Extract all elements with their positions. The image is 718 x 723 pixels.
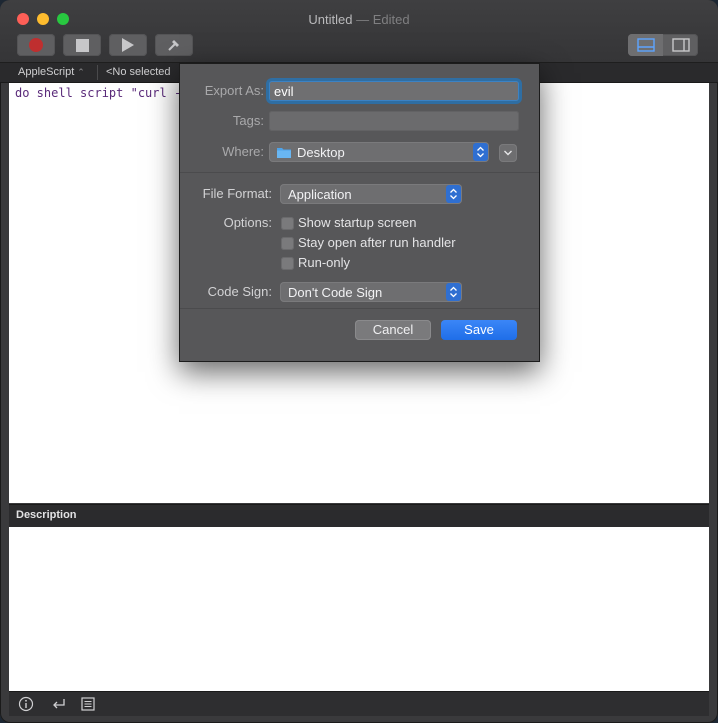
element-selector[interactable]: <No selected xyxy=(106,66,171,78)
code-sign-value: Don't Code Sign xyxy=(288,285,383,300)
stop-icon xyxy=(75,38,89,52)
edited-indicator: — Edited xyxy=(356,12,410,27)
sidebar-view-icon xyxy=(671,38,690,52)
dialog-divider xyxy=(180,308,539,309)
language-label: AppleScript xyxy=(18,66,75,78)
stay-open-checkbox[interactable] xyxy=(281,237,294,250)
description-label: Description xyxy=(16,509,77,521)
compile-button[interactable] xyxy=(155,34,193,56)
record-button[interactable] xyxy=(17,34,55,56)
export-as-field[interactable]: evil xyxy=(269,81,519,101)
title-bar: Untitled — Edited xyxy=(0,0,718,63)
chevron-updown-icon: ⌃ xyxy=(77,67,85,77)
editor-view-button[interactable] xyxy=(628,34,663,56)
code-sign-popup[interactable]: Don't Code Sign xyxy=(280,282,462,302)
script-code: do shell script "curl - xyxy=(15,86,182,100)
file-format-popup[interactable]: Application xyxy=(280,184,462,204)
navbar-divider xyxy=(97,65,98,80)
tags-label: Tags: xyxy=(232,113,264,128)
export-as-label: Export As: xyxy=(204,83,264,98)
export-as-value: evil xyxy=(274,84,294,99)
file-format-value: Application xyxy=(288,187,352,202)
log-button[interactable] xyxy=(80,696,96,712)
stop-button[interactable] xyxy=(63,34,101,56)
sidebar-view-button[interactable] xyxy=(663,34,698,56)
where-value: Desktop xyxy=(297,145,345,160)
view-segmented-control xyxy=(628,34,698,56)
return-icon xyxy=(53,699,65,709)
code-sign-label: Code Sign: xyxy=(207,284,272,299)
dialog-divider xyxy=(180,172,539,173)
description-text-area[interactable] xyxy=(9,527,709,691)
record-icon xyxy=(29,38,43,52)
chevron-down-icon xyxy=(504,150,512,156)
show-startup-screen-label: Show startup screen xyxy=(298,215,417,230)
list-icon xyxy=(81,697,95,711)
play-icon xyxy=(122,38,134,52)
where-label: Where: xyxy=(222,144,264,159)
cancel-button[interactable]: Cancel xyxy=(355,320,431,340)
run-only-label: Run-only xyxy=(298,255,351,270)
stay-open-label: Stay open after run handler xyxy=(298,235,456,250)
hammer-icon xyxy=(168,40,179,51)
where-popup[interactable]: Desktop xyxy=(269,142,489,162)
return-button[interactable] xyxy=(51,696,67,712)
editor-view-icon xyxy=(636,38,655,52)
run-button[interactable] xyxy=(109,34,147,56)
chevron-updown-icon xyxy=(446,185,461,203)
tags-field[interactable] xyxy=(269,111,519,131)
script-editor-window: Untitled — Edited AppleScript ⌃ <No sele… xyxy=(0,0,718,723)
save-button[interactable]: Save xyxy=(441,320,517,340)
language-popup[interactable]: AppleScript ⌃ xyxy=(18,66,85,78)
folder-icon xyxy=(277,148,291,158)
chevron-updown-icon xyxy=(446,283,461,301)
window-title: Untitled — Edited xyxy=(0,12,718,27)
bottom-bar xyxy=(9,691,709,716)
info-button[interactable] xyxy=(18,696,34,712)
options-label: Options: xyxy=(223,215,272,230)
run-only-checkbox[interactable] xyxy=(281,257,294,270)
info-icon xyxy=(18,696,34,712)
file-format-label: File Format: xyxy=(202,186,272,201)
show-startup-screen-checkbox[interactable] xyxy=(281,217,294,230)
expand-save-panel-button[interactable] xyxy=(499,144,517,162)
export-dialog: Export As: evil Tags: Where: Desktop Fil… xyxy=(179,63,540,362)
description-header: Description xyxy=(9,504,709,527)
window-title-text: Untitled xyxy=(308,12,353,27)
chevron-updown-icon xyxy=(473,143,488,161)
